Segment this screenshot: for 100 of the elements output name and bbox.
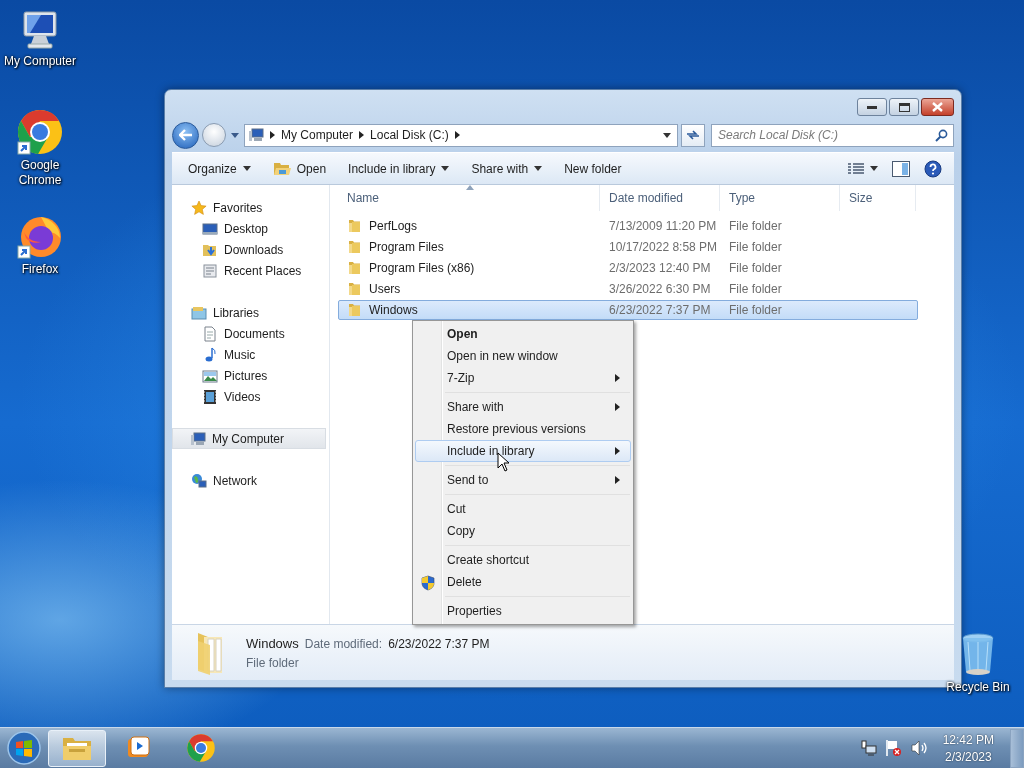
flag-icon <box>884 739 903 757</box>
file-name: PerfLogs <box>369 219 418 233</box>
nav-item[interactable]: Libraries <box>172 302 329 323</box>
toolbar-button[interactable]: New folder <box>556 157 630 180</box>
file-name: Windows <box>369 303 418 317</box>
star-icon <box>191 199 207 216</box>
maximize-icon <box>898 102 910 112</box>
nav-item[interactable]: Desktop <box>172 218 329 239</box>
item-type: File folder <box>246 655 300 670</box>
open-folder-icon <box>272 160 291 177</box>
start-button[interactable] <box>4 729 44 767</box>
caret-icon <box>242 166 251 171</box>
file-name: Program Files (x86) <box>369 261 475 275</box>
menu-item[interactable]: Cut <box>415 498 631 520</box>
sort-arrow-icon <box>466 185 474 190</box>
file-row[interactable]: Program Files 10/17/2022 8:58 PM File folder <box>338 237 918 257</box>
documents-icon <box>202 325 218 342</box>
caret-icon <box>441 166 450 171</box>
breadcrumb-link[interactable]: Local Disk (C:) <box>370 128 449 142</box>
menu-item[interactable]: Restore previous versions <box>415 418 631 440</box>
nav-item[interactable]: Music <box>172 344 329 365</box>
desktop-icon <box>202 220 218 237</box>
toolbar-button[interactable]: Open <box>264 156 335 181</box>
desktop-icon-label[interactable]: Recycle Bin <box>939 680 1017 695</box>
nav-item[interactable]: Recent Places <box>172 260 329 281</box>
minimize-icon <box>867 105 877 109</box>
list-view-icon <box>848 162 864 175</box>
nav-item[interactable]: My Computer <box>172 428 326 449</box>
desktop-icon-label[interactable]: Firefox <box>1 262 79 277</box>
clock-date[interactable]: 2/3/2023 <box>944 749 992 764</box>
date-cell: 3/26/2022 6:30 PM <box>609 282 711 296</box>
type-cell: File folder <box>729 303 782 317</box>
menu-item[interactable]: Delete <box>415 571 631 593</box>
type-cell: File folder <box>729 240 782 254</box>
date-cell: 2/3/2023 12:40 PM <box>609 261 711 275</box>
back-arrow-icon <box>178 129 193 141</box>
nav-item[interactable]: Downloads <box>172 239 329 260</box>
date-cell: 6/23/2022 7:37 PM <box>609 303 711 317</box>
type-cell: File folder <box>729 219 782 233</box>
nav-item[interactable]: Documents <box>172 323 329 344</box>
address-bar[interactable]: My Computer Local Disk (C:) <box>244 123 678 147</box>
menu-item[interactable]: Send to <box>415 469 631 491</box>
breadcrumb-link[interactable]: My Computer <box>281 128 354 142</box>
start-orb-icon <box>6 730 42 766</box>
item-name: Windows <box>246 635 299 651</box>
menu-item[interactable]: Include in library <box>415 440 631 462</box>
computer-icon <box>190 430 206 447</box>
search-field[interactable]: Search Local Disk (C:) <box>711 123 954 147</box>
preview-pane-icon <box>892 160 910 177</box>
network-icon <box>191 472 207 489</box>
type-cell: File folder <box>729 261 782 275</box>
column-header[interactable]: Date modified <box>600 185 720 211</box>
minimize-button[interactable] <box>857 98 887 116</box>
chrome-icon <box>186 733 216 763</box>
folder-icon <box>347 281 363 297</box>
file-name: Program Files <box>369 240 444 254</box>
maximize-button[interactable] <box>889 98 919 116</box>
file-name: Users <box>369 282 401 296</box>
caret-icon <box>663 132 671 138</box>
folder-icon <box>347 218 363 234</box>
recent-icon <box>202 262 218 279</box>
refresh-icon <box>686 129 700 141</box>
close-icon <box>932 102 943 112</box>
menu-item[interactable]: Share with <box>415 396 631 418</box>
desktop-icon-label[interactable]: My Computer <box>1 54 79 69</box>
menu-item[interactable]: Create shortcut <box>415 549 631 571</box>
date-modified-label: Date modified: <box>304 636 383 651</box>
menu-item[interactable]: Copy <box>415 520 631 542</box>
file-row[interactable]: PerfLogs 7/13/2009 11:20 PM File folder <box>338 216 918 236</box>
column-header[interactable]: Size <box>840 185 916 211</box>
folder-icon <box>347 239 363 255</box>
file-row[interactable]: Program Files (x86) 2/3/2023 12:40 PM File folder <box>338 258 918 278</box>
folder-icon <box>347 260 363 276</box>
refresh-button[interactable] <box>681 123 705 147</box>
caret-icon <box>534 166 543 171</box>
toolbar-button[interactable]: Include in library <box>340 157 458 180</box>
speaker-icon <box>910 740 929 756</box>
folder-icon <box>347 302 363 318</box>
forward-button[interactable] <box>202 123 226 147</box>
computer-icon <box>248 127 264 143</box>
help-icon <box>924 159 942 178</box>
menu-item[interactable]: Open <box>415 323 631 345</box>
nav-item[interactable]: Favorites <box>172 197 329 218</box>
file-row[interactable]: Windows 6/23/2022 7:37 PM File folder <box>338 300 918 320</box>
close-button[interactable] <box>921 98 954 116</box>
toolbar-button[interactable]: Share with <box>463 157 551 180</box>
desktop-icon-label[interactable]: Google Chrome <box>1 158 79 188</box>
nav-item[interactable]: Videos <box>172 386 329 407</box>
nav-item[interactable]: Network <box>172 470 329 491</box>
menu-item[interactable]: Open in new window <box>415 345 631 367</box>
back-button[interactable] <box>172 121 199 149</box>
nav-item[interactable]: Pictures <box>172 365 329 386</box>
arrow-icon <box>454 131 460 139</box>
date-cell: 7/13/2009 11:20 PM <box>609 219 717 233</box>
column-header[interactable]: Type <box>720 185 840 211</box>
toolbar-button[interactable]: Organize <box>180 157 259 180</box>
recent-pages-button[interactable] <box>229 132 241 138</box>
menu-item[interactable]: 7-Zip <box>415 367 631 389</box>
menu-item[interactable]: Properties <box>415 600 631 622</box>
file-row[interactable]: Users 3/26/2022 6:30 PM File folder <box>338 279 918 299</box>
